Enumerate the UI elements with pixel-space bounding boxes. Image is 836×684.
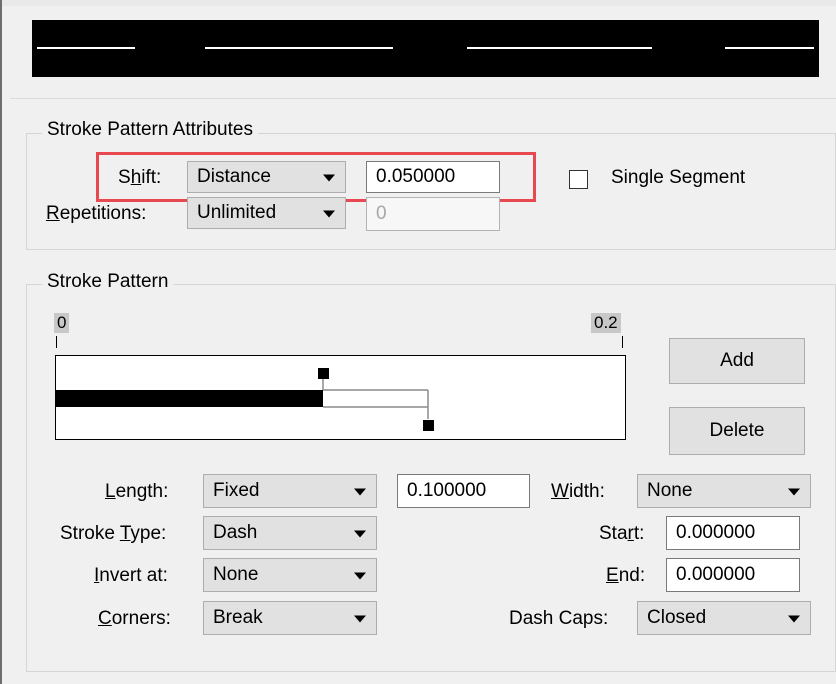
invert-at-label: Invert at: — [94, 565, 168, 586]
chevron-down-icon — [354, 615, 366, 623]
corners-dropdown[interactable]: Break — [203, 601, 377, 635]
group-title: Stroke Pattern — [42, 271, 174, 293]
gap-end-handle[interactable] — [423, 420, 434, 431]
preview-dash — [725, 47, 814, 49]
add-button[interactable]: Add — [669, 338, 805, 384]
length-value-text: 0.100000 — [407, 480, 487, 501]
chevron-down-icon — [788, 488, 800, 496]
window-left-border — [0, 0, 2, 684]
invert-at-value: None — [213, 564, 259, 585]
preview-dash — [467, 47, 652, 49]
chevron-down-icon — [354, 530, 366, 538]
dash-caps-value: Closed — [647, 607, 707, 628]
stroke-type-value: Dash — [213, 522, 258, 543]
dash-caps-dropdown[interactable]: Closed — [637, 601, 811, 635]
repetitions-value-field: 0 — [366, 197, 500, 231]
delete-button[interactable]: Delete — [669, 407, 805, 455]
ruler-start-label: 0 — [54, 313, 70, 333]
dash-end-handle[interactable] — [318, 368, 329, 379]
chevron-down-icon — [788, 615, 800, 623]
preview-dash — [205, 47, 393, 49]
single-segment-label[interactable]: Single Segment — [611, 167, 745, 189]
width-mode-dropdown[interactable]: None — [637, 474, 811, 508]
single-segment-checkbox[interactable] — [569, 170, 588, 189]
stroke-type-dropdown[interactable]: Dash — [203, 516, 377, 550]
ruler-end-label: 0.2 — [591, 313, 621, 333]
stroke-pattern-editor[interactable] — [55, 355, 627, 441]
width-label: Width: — [551, 481, 605, 502]
end-value-field[interactable]: 0.000000 — [666, 558, 800, 592]
repetitions-mode-value: Unlimited — [197, 202, 277, 223]
chevron-down-icon — [323, 210, 335, 218]
corners-value: Break — [213, 607, 263, 628]
repetitions-value-text: 0 — [376, 203, 387, 224]
line-style-preview — [32, 20, 819, 77]
chevron-down-icon — [354, 488, 366, 496]
chevron-down-icon — [354, 572, 366, 580]
group-title: Stroke Pattern Attributes — [42, 119, 258, 141]
width-mode-value: None — [647, 480, 693, 501]
stroke-type-label: Stroke Type: — [60, 523, 167, 544]
ruler-end-tick — [622, 336, 623, 348]
length-mode-value: Fixed — [213, 480, 260, 501]
length-mode-dropdown[interactable]: Fixed — [203, 474, 377, 508]
length-label: Length: — [105, 481, 169, 502]
dash-stroke — [56, 390, 323, 407]
highlight-box — [96, 152, 536, 202]
length-value-field[interactable]: 0.100000 — [397, 474, 530, 508]
start-value-text: 0.000000 — [676, 522, 756, 543]
ruler-start-tick — [56, 336, 57, 348]
preview-dash — [37, 47, 135, 49]
start-value-field[interactable]: 0.000000 — [666, 516, 800, 550]
repetitions-label: Repetitions: — [46, 203, 147, 224]
end-value-text: 0.000000 — [676, 564, 756, 585]
end-label: End: — [606, 565, 646, 586]
separator — [10, 98, 836, 99]
invert-at-dropdown[interactable]: None — [203, 558, 377, 592]
start-label: Start: — [599, 523, 645, 544]
dash-caps-label: Dash Caps: — [509, 608, 609, 629]
corners-label: Corners: — [98, 608, 171, 629]
repetitions-mode-dropdown[interactable]: Unlimited — [187, 197, 346, 229]
